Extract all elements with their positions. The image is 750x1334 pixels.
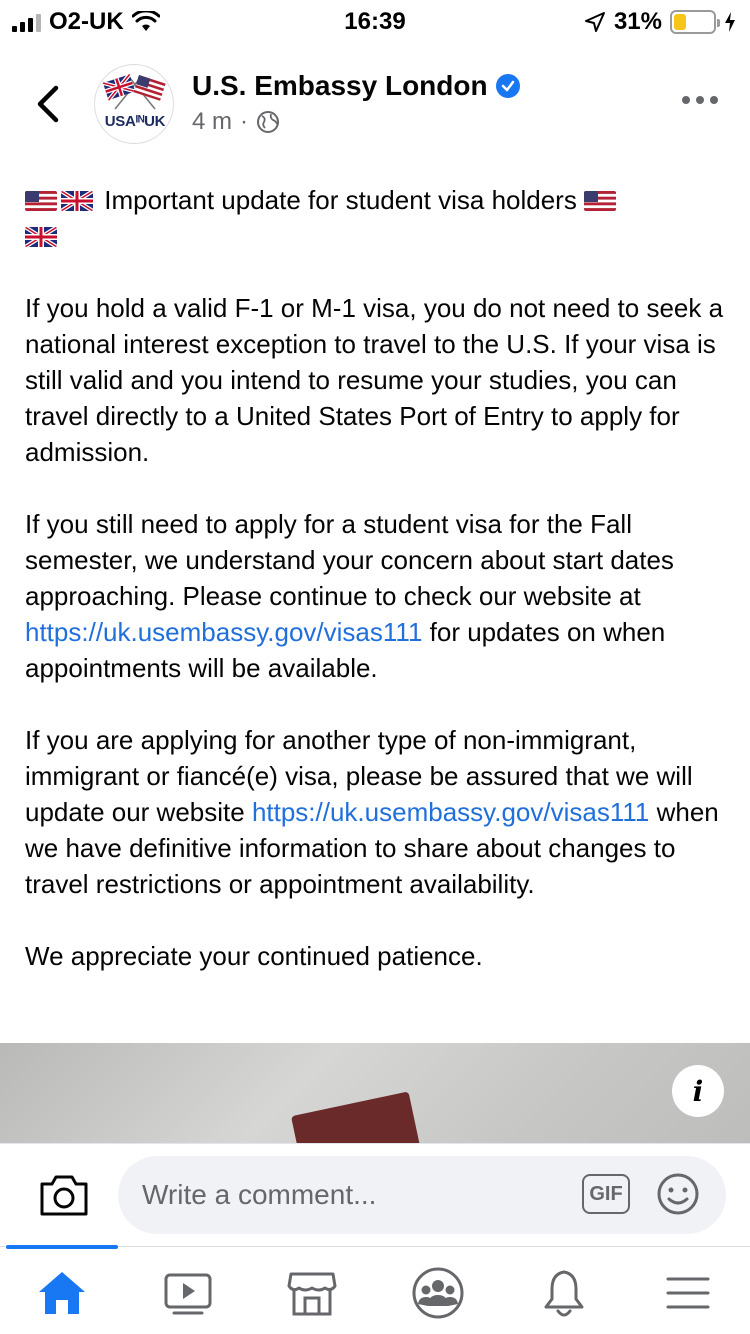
groups-icon	[412, 1267, 464, 1319]
uk-flag-icon	[25, 227, 57, 247]
page-name[interactable]: U.S. Embassy London	[192, 70, 488, 102]
active-tab-indicator	[6, 1245, 118, 1249]
post-paragraph-1: If you hold a valid F-1 or M-1 visa, you…	[25, 293, 724, 467]
location-arrow-icon	[584, 12, 605, 32]
post-paragraph-2: If you still need to apply for a student…	[25, 509, 674, 683]
tab-groups[interactable]	[410, 1265, 466, 1321]
video-icon	[164, 1273, 212, 1315]
avatar-label: USAᴵᴺUK	[104, 113, 166, 130]
bell-icon	[544, 1270, 584, 1317]
verified-badge-icon	[495, 74, 520, 98]
gif-button[interactable]: GIF	[582, 1174, 630, 1214]
more-options-icon[interactable]	[682, 96, 718, 104]
battery-icon	[670, 10, 720, 34]
us-flag-icon	[25, 191, 57, 211]
bottom-tab-bar	[0, 1245, 750, 1334]
page-name-row[interactable]: U.S. Embassy London	[192, 70, 520, 102]
charging-bolt-icon	[725, 12, 735, 32]
post-time[interactable]: 4 m	[192, 108, 232, 136]
comment-input[interactable]: Write a comment...	[118, 1156, 726, 1234]
post-headline-line: Important update for student visa holder…	[25, 182, 725, 254]
tab-marketplace[interactable]	[284, 1265, 340, 1321]
home-icon	[39, 1272, 85, 1314]
post-paragraph-4: We appreciate your continued patience.	[25, 941, 483, 971]
marketplace-icon	[287, 1272, 337, 1316]
post-paragraph-3: If you are applying for another type of …	[25, 725, 719, 899]
camera-icon[interactable]	[38, 1172, 90, 1218]
visa-website-link[interactable]: https://uk.usembassy.gov/visas111	[252, 797, 649, 827]
hamburger-icon	[666, 1277, 710, 1309]
tab-home[interactable]	[34, 1265, 90, 1321]
crossed-flags-icon	[102, 73, 166, 110]
page-avatar[interactable]: USAᴵᴺUK	[94, 64, 174, 144]
tab-watch[interactable]	[160, 1265, 216, 1321]
status-bar: O2-UK 16:39 31%	[0, 0, 750, 40]
emoji-icon[interactable]	[656, 1172, 700, 1216]
tab-menu[interactable]	[660, 1265, 716, 1321]
status-right: 31%	[584, 8, 736, 36]
visa-website-link[interactable]: https://uk.usembassy.gov/visas111	[25, 617, 422, 647]
uk-flag-icon	[61, 191, 93, 211]
battery-percent: 31%	[613, 8, 662, 35]
us-flag-icon	[584, 191, 617, 211]
tab-notifications[interactable]	[536, 1265, 592, 1321]
back-arrow-icon[interactable]	[30, 82, 70, 126]
globe-icon	[257, 111, 280, 133]
meta-separator: ·	[240, 108, 249, 135]
comment-bar: Write a comment...	[0, 1143, 750, 1246]
post-text: Important update for student visa holder…	[25, 182, 725, 974]
passport-image	[290, 1091, 426, 1143]
battery-fill	[674, 14, 686, 30]
post-headline: Important update for student visa holder…	[104, 185, 577, 215]
post-photo[interactable]: i	[0, 1043, 750, 1143]
info-button[interactable]: i	[672, 1065, 724, 1117]
post-meta: 4 m ·	[192, 108, 280, 136]
